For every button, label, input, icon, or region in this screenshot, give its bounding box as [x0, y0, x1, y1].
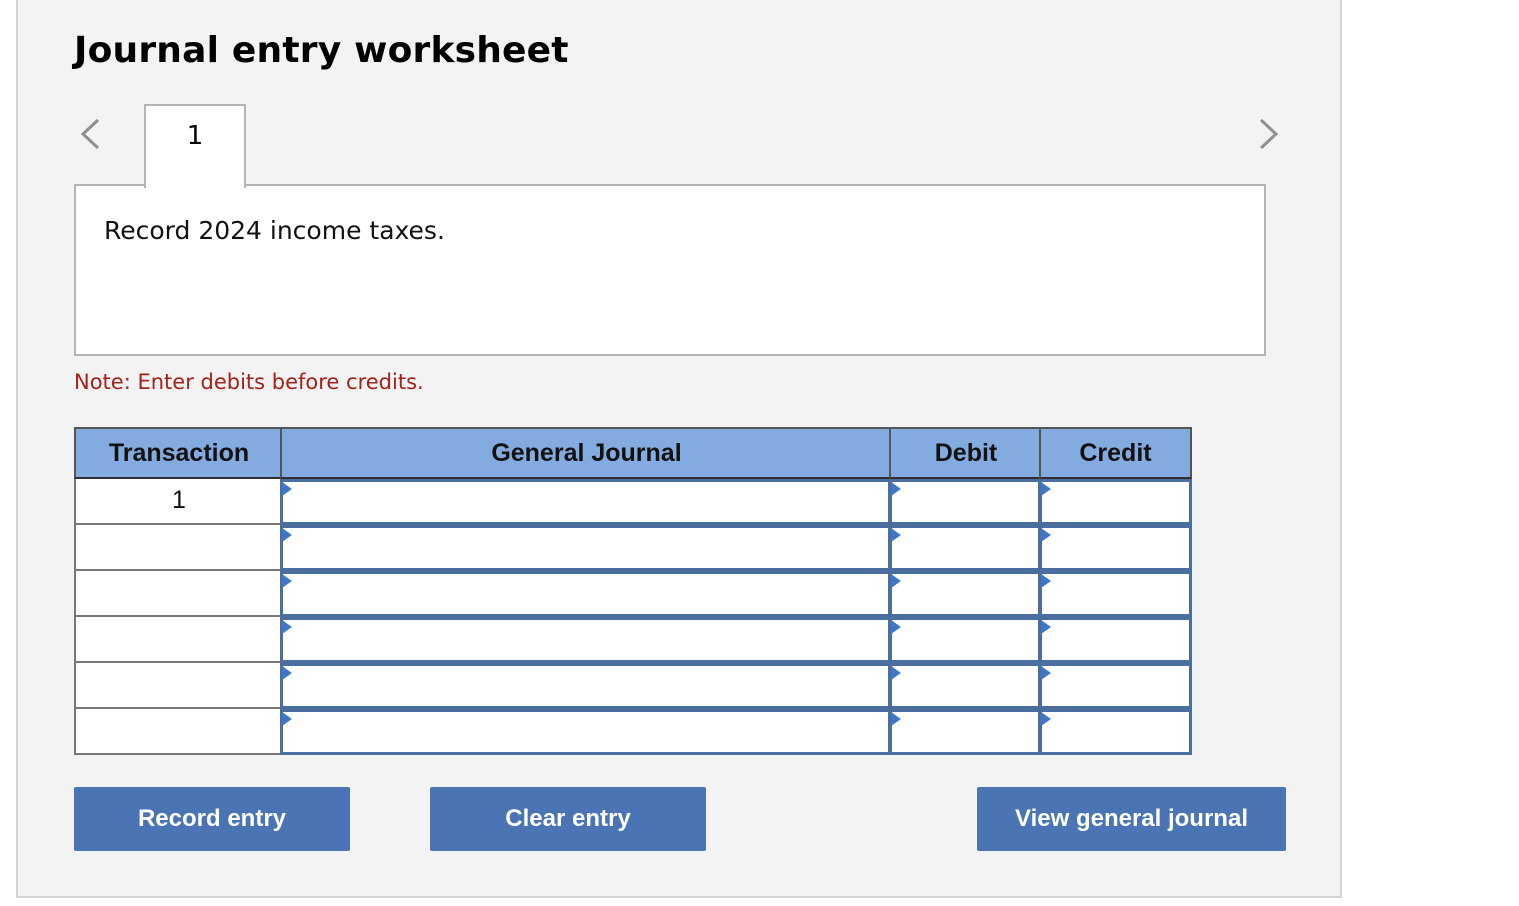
clear-entry-button[interactable]: Clear entry: [430, 787, 706, 851]
credit-input[interactable]: [1039, 571, 1192, 617]
transaction-cell: [74, 525, 282, 571]
debit-input[interactable]: [889, 617, 1041, 663]
transaction-cell: [74, 617, 282, 663]
transaction-cell: 1: [74, 479, 282, 525]
entry-note: Note: Enter debits before credits.: [74, 370, 424, 394]
header-transaction: Transaction: [74, 427, 282, 479]
account-input[interactable]: [280, 617, 891, 663]
account-input[interactable]: [280, 709, 891, 755]
account-input[interactable]: [280, 479, 891, 525]
header-debit: Debit: [889, 427, 1041, 479]
header-credit: Credit: [1039, 427, 1192, 479]
debit-input[interactable]: [889, 479, 1041, 525]
transaction-description-box: Record 2024 income taxes.: [74, 184, 1266, 356]
transaction-cell: [74, 663, 282, 709]
chevron-right-icon[interactable]: [1257, 117, 1281, 151]
debit-input[interactable]: [889, 525, 1041, 571]
transaction-description: Record 2024 income taxes.: [104, 216, 445, 245]
header-general-journal: General Journal: [280, 427, 891, 479]
account-input[interactable]: [280, 663, 891, 709]
credit-input[interactable]: [1039, 663, 1192, 709]
credit-input[interactable]: [1039, 617, 1192, 663]
transaction-cell: [74, 571, 282, 617]
credit-input[interactable]: [1039, 479, 1192, 525]
transaction-cell: [74, 709, 282, 755]
account-input[interactable]: [280, 525, 891, 571]
record-entry-button[interactable]: Record entry: [74, 787, 350, 851]
journal-table: Transaction General Journal Debit Credit…: [74, 427, 1192, 755]
view-general-journal-button[interactable]: View general journal: [977, 787, 1286, 851]
tab-1[interactable]: 1: [144, 104, 246, 188]
debit-input[interactable]: [889, 709, 1041, 755]
worksheet-title: Journal entry worksheet: [74, 30, 569, 71]
account-input[interactable]: [280, 571, 891, 617]
credit-input[interactable]: [1039, 525, 1192, 571]
debit-input[interactable]: [889, 571, 1041, 617]
debit-input[interactable]: [889, 663, 1041, 709]
chevron-left-icon[interactable]: [78, 117, 102, 151]
credit-input[interactable]: [1039, 709, 1192, 755]
